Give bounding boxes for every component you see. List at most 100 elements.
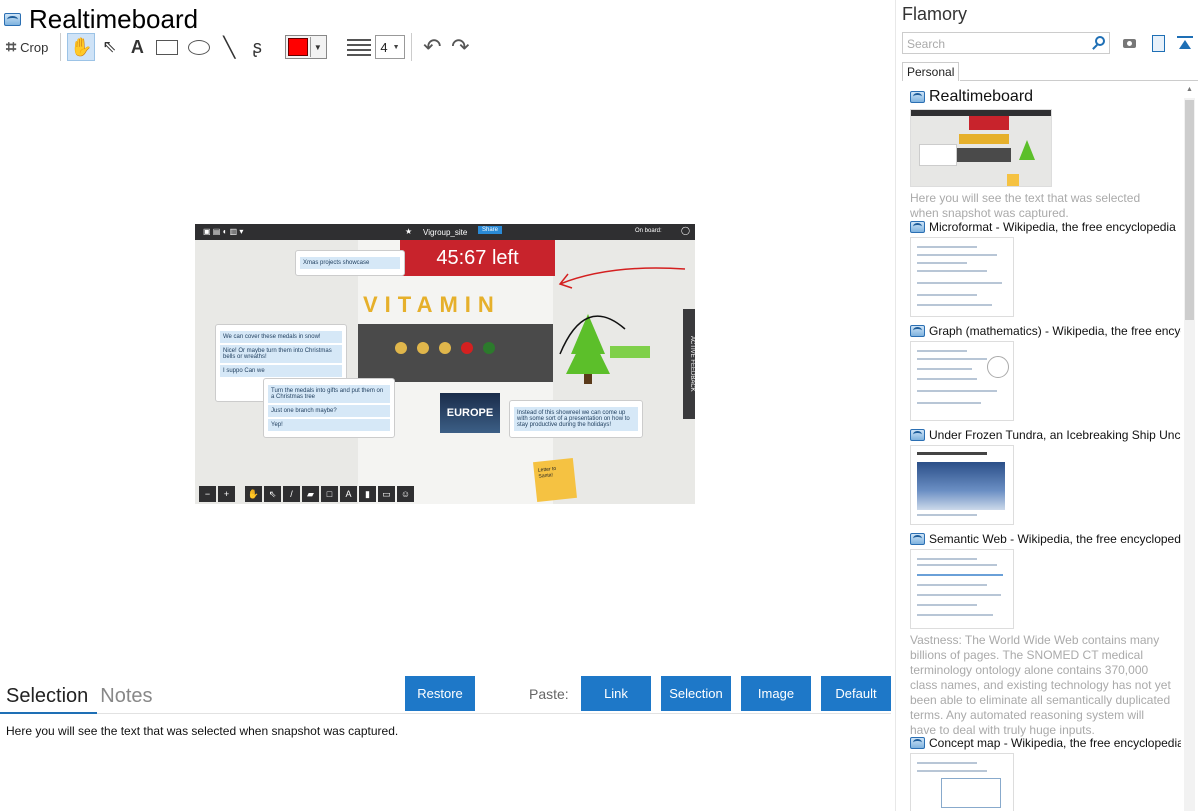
list-item[interactable]: Under Frozen Tundra, an Icebreaking Ship… [910, 428, 1181, 525]
editor-pane: Realtimeboard ⌗ Crop ✋ ⇖ A ╲ ʂ ▼ 4 ▼ ↶ ↷… [0, 0, 895, 811]
snapshot-bubble-top: Xmas projects showcase [295, 250, 405, 276]
list-item[interactable]: Realtimeboard Here you will see the text… [910, 88, 1181, 221]
snapshot-list: Realtimeboard Here you will see the text… [896, 86, 1186, 811]
scrollbar[interactable] [1184, 98, 1195, 811]
chevron-down-icon: ▼ [310, 37, 324, 57]
scrollbar-thumb[interactable] [1185, 100, 1194, 320]
tab-notes[interactable]: Notes [100, 682, 152, 710]
flamory-snapshot-icon [910, 533, 925, 545]
crop-icon: ⌗ [6, 36, 17, 57]
snapshot-msg: Nice! Or maybe turn them into Christmas … [220, 345, 342, 363]
flamory-snapshot-icon [910, 91, 925, 103]
snapshot-msg: Turn the medals into gifts and put them … [268, 385, 390, 403]
snapshot-zoom-in: + [218, 486, 235, 502]
app-window: Realtimeboard ⌗ Crop ✋ ⇖ A ╲ ʂ ▼ 4 ▼ ↶ ↷… [0, 0, 1198, 811]
list-item-thumbnail [910, 109, 1052, 187]
snapshot-medal-band [358, 324, 553, 382]
medal-icon [461, 342, 473, 354]
freehand-tool-button[interactable]: ʂ [243, 33, 271, 61]
snapshot-msg-line: I suppo [223, 368, 243, 374]
undo-button[interactable]: ↶ [418, 33, 446, 61]
chevron-down-icon: ▼ [392, 43, 400, 51]
snapshot-bubble-mid: Turn the medals into gifts and put them … [263, 378, 395, 438]
paste-image-button[interactable]: Image [741, 676, 811, 711]
paste-link-button[interactable]: Link [581, 676, 651, 711]
search-placeholder: Search [907, 37, 946, 51]
list-item-title: Semantic Web - Wikipedia, the free encyc… [929, 532, 1181, 546]
toolbar-divider [60, 33, 62, 61]
list-item-title: Graph (mathematics) - Wikipedia, the fre… [929, 324, 1181, 338]
list-item-header: Graph (mathematics) - Wikipedia, the fre… [910, 324, 1181, 338]
snapshot-board-name: Vigroup_site [423, 228, 468, 237]
snapshot-image: ▣ ▤ ◐ ▥ ▾ ★ Vigroup_site Share On board:… [195, 224, 695, 504]
pen-icon: / [283, 486, 300, 502]
snapshot-nav-icons: ▣ ▤ ◐ ▥ ▾ [203, 227, 244, 236]
flamory-title: Flamory [902, 4, 968, 24]
paste-selection-button[interactable]: Selection [661, 676, 731, 711]
tab-personal[interactable]: Personal [902, 62, 960, 81]
list-item-description: Here you will see the text that was sele… [910, 191, 1141, 220]
hand-tool-button[interactable]: ✋ [67, 33, 96, 61]
bottom-tabs: Selection Notes [6, 682, 153, 710]
crop-button[interactable]: ⌗ Crop [6, 33, 54, 61]
page-icon[interactable] [1149, 35, 1165, 52]
list-item-header: Under Frozen Tundra, an Icebreaking Ship… [910, 428, 1181, 442]
redo-icon: ↷ [451, 34, 470, 59]
list-item-header: Realtimeboard [910, 88, 1181, 106]
redo-button[interactable]: ↷ [446, 33, 474, 61]
medal-icon [417, 342, 429, 354]
snapshot-side-tabs: ACTIVE FEEDBACK [683, 309, 695, 419]
search-icon[interactable] [1095, 36, 1105, 46]
snapshot-msg-line: Can we [244, 368, 265, 374]
snapshot-bubble-right: Instead of this showreel we can come up … [509, 400, 643, 438]
search-input[interactable]: Search [902, 32, 1110, 54]
rectangle-tool-button[interactable] [151, 33, 183, 61]
title-row: Realtimeboard [4, 4, 198, 34]
medal-icon [439, 342, 451, 354]
list-item[interactable]: Graph (mathematics) - Wikipedia, the fre… [910, 324, 1181, 421]
snapshot-sticky-note: Letter to Santa! [533, 458, 577, 502]
list-item[interactable]: Microformat - Wikipedia, the free encycl… [910, 220, 1181, 317]
paste-default-button[interactable]: Default [821, 676, 891, 711]
list-item-thumbnail [910, 237, 1014, 317]
camera-icon[interactable] [1122, 35, 1138, 51]
line-width-icon [347, 38, 372, 56]
snapshot-msg: Xmas projects showcase [300, 257, 400, 269]
snapshot-timer: 45:67 left [400, 240, 555, 276]
list-item-title: Concept map - Wikipedia, the free encycl… [929, 736, 1181, 750]
star-icon: ★ [405, 227, 413, 236]
list-item-thumbnail [910, 341, 1014, 421]
crop-label: Crop [20, 39, 49, 55]
scroll-up-button[interactable]: ▲ [1184, 86, 1195, 98]
line-tool-button[interactable]: ╲ [215, 33, 243, 61]
text-icon: A [340, 486, 357, 502]
flamory-snapshot-icon [910, 221, 925, 233]
selection-text[interactable]: Here you will see the text that was sele… [6, 724, 398, 738]
flamory-snapshot-icon [910, 325, 925, 337]
flamory-snapshot-icon [910, 737, 925, 749]
list-item-thumbnail [910, 753, 1014, 811]
flamory-sidebar: Flamory Search Personal Realtimeboard He… [895, 0, 1198, 811]
list-item-header: Semantic Web - Wikipedia, the free encyc… [910, 532, 1181, 546]
line-icon: ╲ [223, 36, 236, 59]
list-item-header: Concept map - Wikipedia, the free encycl… [910, 736, 1181, 750]
tab-selection[interactable]: Selection [6, 682, 88, 710]
tab-divider [0, 713, 891, 714]
ellipse-icon [188, 39, 211, 55]
list-item[interactable]: Concept map - Wikipedia, the free encycl… [910, 736, 1181, 811]
medal-icon [483, 342, 495, 354]
text-tool-button[interactable]: A [123, 33, 151, 61]
list-item-title: Microformat - Wikipedia, the free encycl… [929, 220, 1176, 234]
pointer-icon: ⇖ [102, 37, 117, 56]
annotation-toolbar: ⌗ Crop ✋ ⇖ A ╲ ʂ ▼ 4 ▼ ↶ ↷ [6, 32, 474, 62]
list-item-description: Vastness: The World Wide Web contains ma… [910, 633, 1171, 737]
restore-button[interactable]: Restore [405, 676, 475, 711]
snapshot-letters: VITAMIN [363, 292, 501, 317]
ellipse-tool-button[interactable] [183, 33, 215, 61]
line-width-select[interactable]: 4 ▼ [375, 35, 406, 59]
snapshot-on-board: On board: [635, 228, 662, 234]
color-picker[interactable]: ▼ [285, 35, 328, 59]
pointer-tool-button[interactable]: ⇖ [95, 33, 123, 61]
list-item[interactable]: Semantic Web - Wikipedia, the free encyc… [910, 532, 1181, 738]
upload-icon[interactable] [1177, 35, 1193, 51]
